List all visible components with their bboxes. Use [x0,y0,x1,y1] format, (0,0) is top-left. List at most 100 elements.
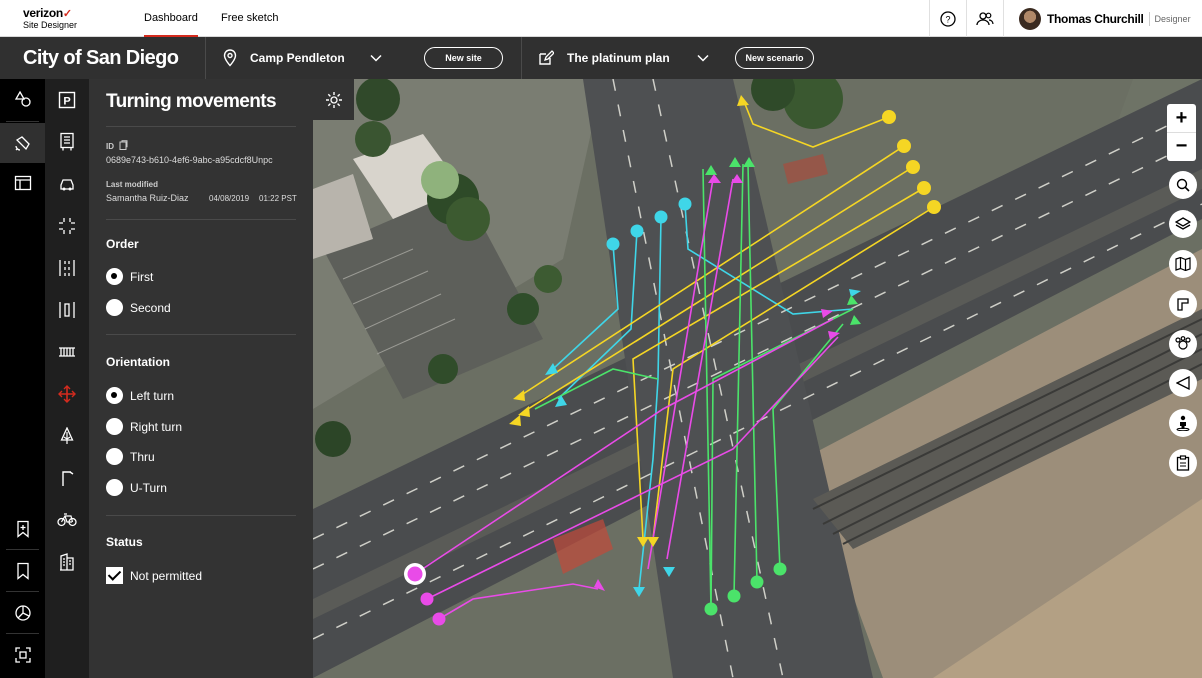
copy-icon[interactable] [119,140,128,150]
barrier-icon [59,347,75,357]
radio-order-second[interactable]: Second [106,299,171,316]
layers-icon [1175,217,1191,230]
last-modified-label: Last modified [106,180,159,189]
map-group-button[interactable] [1169,330,1197,358]
map-draw-button[interactable] [1169,290,1197,318]
rail-item-focus[interactable] [0,635,45,675]
map-canvas[interactable]: + − [313,79,1202,678]
radio-thru[interactable]: Thru [106,448,155,465]
rail-item-bookmark-add[interactable] [0,509,45,549]
radio-label: U-Turn [130,480,167,495]
radio-u-turn[interactable]: U-Turn [106,479,167,496]
radio-button[interactable] [106,299,123,316]
tool-signal-cabinet[interactable] [45,125,89,159]
last-modified-time: 01:22 PST [259,194,297,203]
tool-building[interactable] [45,545,89,579]
draw-icon [1177,298,1189,311]
map-layers-button[interactable] [1169,210,1197,238]
radio-button[interactable] [106,387,123,404]
map-view-button[interactable] [1169,250,1197,278]
checkbox[interactable] [106,567,123,584]
new-scenario-button[interactable]: New scenario [735,47,814,69]
brand-check-icon: ✓ [62,8,73,20]
vehicle-icon [60,179,74,191]
tool-column: P [45,79,89,678]
user-menu[interactable]: Thomas Churchill Designer [1003,0,1202,37]
tab-free-sketch[interactable]: Free sketch [221,0,278,37]
help-button[interactable]: ? [929,0,966,37]
site-selector[interactable]: Camp Pendleton [222,37,382,79]
scenario-name: The platinum plan [567,51,670,65]
bookmark-icon [16,562,29,580]
chevron-down-icon [697,54,709,62]
streetlight-icon [62,471,74,486]
scenario-selector[interactable]: The platinum plan [538,37,709,79]
tool-parking[interactable]: P [45,83,89,117]
crosswalk-icon [59,218,75,234]
site-name: Camp Pendleton [250,51,345,65]
map-clipboard-button[interactable] [1169,449,1197,477]
checkbox-not-permitted[interactable]: Not permitted [106,567,202,584]
tool-crosswalk[interactable] [45,209,89,243]
radio-label: Left turn [130,388,175,403]
edit-icon [539,50,554,65]
panel-settings-button[interactable] [313,79,354,120]
radio-button[interactable] [106,418,123,435]
zoom-out-button[interactable]: − [1167,132,1196,160]
last-modified-by: Samantha Ruiz-Diaz [106,193,189,203]
tool-lane[interactable] [45,251,89,285]
id-value: 0689e743-b610-4ef6-9abc-a95cdcf8Unpc [106,155,273,165]
location-pin-icon [223,49,237,67]
id-label-text: ID [106,142,114,151]
new-site-button[interactable]: New site [424,47,503,69]
zoom-controls: + − [1167,104,1196,161]
tool-vehicle[interactable] [45,167,89,201]
primary-rail [0,79,45,678]
tool-median[interactable] [45,293,89,327]
map-navigate-button[interactable] [1169,369,1197,397]
rail-item-shapes[interactable] [0,79,45,119]
status-label: Status [106,535,143,549]
user-name: Thomas Churchill [1047,11,1144,26]
app-logo[interactable]: verizon✓ Site Designer [23,7,77,31]
clipboard-icon [1176,455,1190,471]
avatar [1019,7,1041,30]
tool-tree[interactable] [45,419,89,453]
radio-right-turn[interactable]: Right turn [106,418,182,435]
median-icon [59,302,75,318]
rail-item-satellite[interactable] [0,123,45,163]
radio-button[interactable] [106,268,123,285]
user-role: Designer [1148,11,1191,26]
aerial-map [313,79,1202,678]
rail-item-bookmark[interactable] [0,551,45,591]
tool-turning-movements[interactable] [45,377,89,411]
radio-left-turn[interactable]: Left turn [106,387,174,404]
gear-icon [325,91,342,108]
map-street-view-button[interactable] [1169,409,1197,437]
checkbox-label: Not permitted [130,568,203,583]
map-search-button[interactable] [1169,171,1197,199]
team-button[interactable] [966,0,1003,37]
rail-item-layout[interactable] [0,163,45,203]
tool-streetlight[interactable] [45,461,89,495]
divider [205,37,206,79]
tab-dashboard[interactable]: Dashboard [144,0,198,37]
team-icon [976,11,994,25]
bicycle-icon [57,513,77,527]
tool-barrier[interactable] [45,335,89,369]
radio-order-first[interactable]: First [106,268,153,285]
properties-panel: Turning movements ID 0689e743-b610-4ef6-… [89,79,313,678]
orientation-label: Orientation [106,355,171,369]
radio-button[interactable] [106,448,123,465]
last-modified-date: 04/08/2019 [209,194,250,203]
tool-bicycle[interactable] [45,503,89,537]
turning-movements-icon [58,385,76,403]
top-navigation: verizon✓ Site Designer Dashboard Free sk… [0,0,1202,37]
radio-button[interactable] [106,479,123,496]
rail-item-chart[interactable] [0,593,45,633]
panel-title: Turning movements [106,91,277,112]
chart-pie-icon [14,605,31,621]
svg-text:P: P [63,96,70,108]
city-title: City of San Diego [23,47,179,69]
zoom-in-button[interactable]: + [1167,104,1196,132]
